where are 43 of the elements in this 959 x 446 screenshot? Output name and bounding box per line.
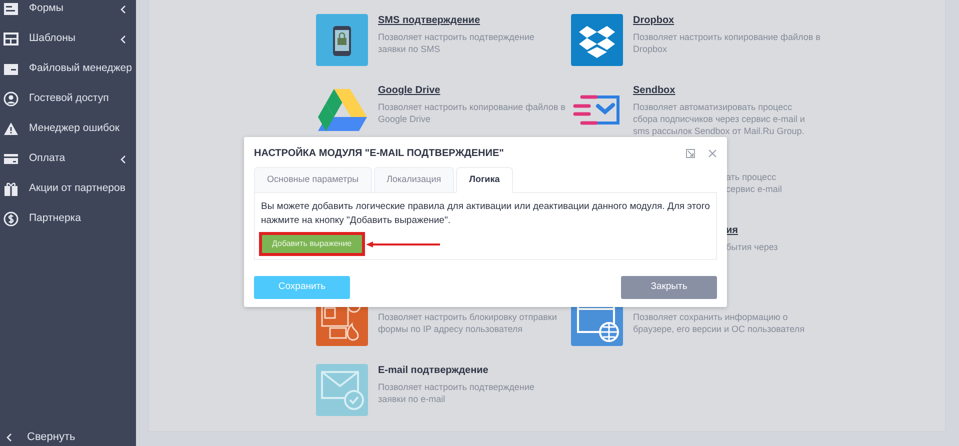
tab[interactable]: Локализация <box>374 167 454 193</box>
logic-help-text: Вы можете добавить логические правила для активации или деактивации данного модуля. Для этого нажмите на кнопку "Добавить выражение". <box>261 200 710 228</box>
folder-icon <box>3 61 19 77</box>
tab[interactable]: Основные параметры <box>254 167 372 193</box>
sidebar-item[interactable]: Гостевой доступ <box>0 84 136 114</box>
warning-icon <box>3 121 19 137</box>
module-description: Позволяет настроить подтверждение заявки по e-mail <box>378 381 534 405</box>
module-description: Позволяет настроить блокировку отправки формы по IP адресу пользователя <box>378 311 557 335</box>
module-description: Позволяет настроить копирование файлов в Dropbox <box>633 31 820 55</box>
sidebar-item[interactable]: Акции от партнеров <box>0 174 136 204</box>
sidebar-item[interactable]: Файловый менеджер <box>0 54 136 84</box>
module-description: Позволяет сохранить информацию о браузере, его версии и ОС пользователя <box>633 311 804 335</box>
chevron-icon <box>6 432 12 442</box>
module-title: E-mail подтверждение <box>378 365 490 377</box>
sidebar-item[interactable]: Партнерка <box>0 204 136 234</box>
sidebar-item[interactable]: Шаблоны <box>0 24 136 54</box>
module-description: Позволяет настроить копирование файлов в Google Drive <box>378 101 566 125</box>
chevron-icon <box>120 34 126 44</box>
chevron-icon <box>120 154 126 164</box>
sidebar-item[interactable]: Менеджер ошибок <box>0 114 136 144</box>
dollar-icon <box>3 211 19 227</box>
sidebar-item[interactable]: Формы <box>0 0 136 24</box>
chevron-icon <box>120 4 126 14</box>
module-description: бытия через <box>726 241 779 253</box>
layout-icon <box>3 31 19 47</box>
module-description: Позволяет настроить подтверждение заявки по SMS <box>378 31 534 55</box>
module-description: Позволяет автоматизировать процесс сбора подписчиков через сервис e-mail и sms рассылок Sendbox от Mail.Ru Group. <box>633 101 805 137</box>
open-box-icon <box>571 14 623 66</box>
module-title[interactable]: Sendbox <box>633 85 805 97</box>
user-icon <box>3 91 19 107</box>
module-title[interactable]: SMS подтверждение <box>378 15 534 27</box>
tab[interactable]: Логика <box>456 167 513 193</box>
gift-icon <box>3 181 19 197</box>
envelope-check-icon <box>316 364 368 416</box>
sidebar-item[interactable]: Оплата <box>0 144 136 174</box>
phone-lock-icon <box>316 14 368 66</box>
dialog-title: НАСТРОЙКА МОДУЛЯ "E-MAIL ПОДТВЕРЖДЕНИЕ" <box>254 146 505 160</box>
card-icon <box>3 151 19 167</box>
maximize-icon[interactable] <box>686 148 695 158</box>
close-icon[interactable] <box>708 148 717 158</box>
collapse-button[interactable]: Свернуть <box>0 426 136 446</box>
module-title[interactable]: Dropbox <box>633 15 820 27</box>
module-title[interactable]: Google Drive <box>378 85 566 97</box>
